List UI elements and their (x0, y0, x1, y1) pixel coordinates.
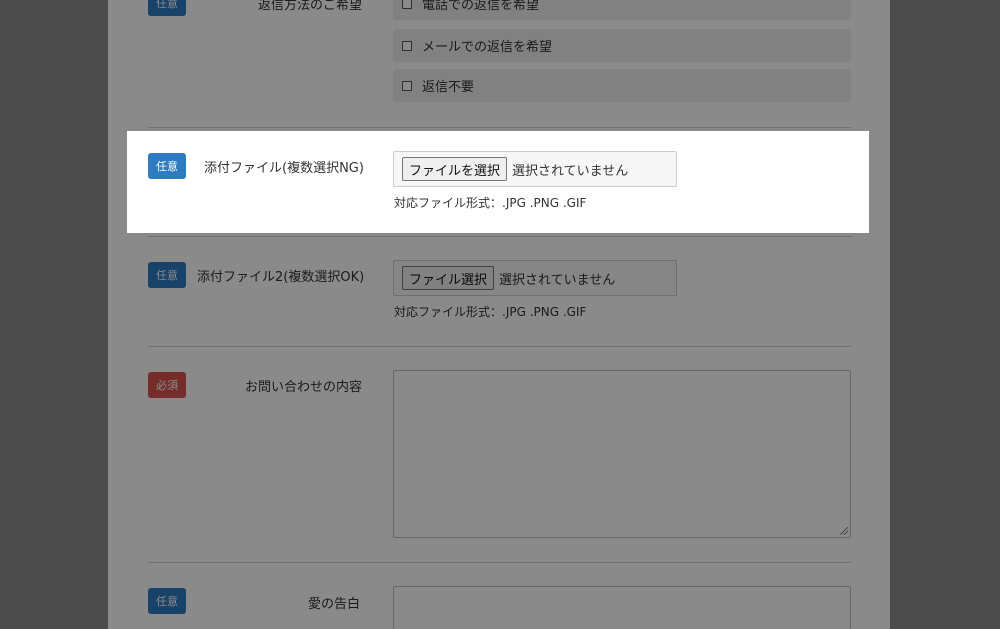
required-badge: 必須 (148, 372, 186, 398)
divider (148, 562, 851, 563)
attachment2-choose-button[interactable]: ファイル選択 (402, 266, 495, 290)
checkbox-icon[interactable] (402, 0, 412, 9)
required-badge-label: 必須 (156, 379, 178, 392)
attachment1-hint: 対応ファイル形式：.JPG .PNG .GIF (394, 196, 587, 210)
reply-option-phone-label: 電話での返信を希望 (422, 0, 540, 13)
reply-option-phone[interactable]: 電話での返信を希望 (393, 0, 851, 20)
reply-option-email[interactable]: メールでの返信を希望 (393, 29, 851, 62)
attachment2-hint: 対応ファイル形式：.JPG .PNG .GIF (394, 305, 587, 319)
attachment2-status: 選択されていません (499, 272, 616, 288)
confession-textarea[interactable] (393, 586, 851, 629)
optional-badge-label: 任意 (156, 595, 178, 608)
optional-badge: 任意 (148, 153, 186, 179)
optional-badge-label: 任意 (156, 0, 178, 10)
attachment2-file-input[interactable]: ファイル選択 選択されていません (393, 260, 677, 296)
optional-badge-label: 任意 (156, 269, 178, 282)
reply-option-none-label: 返信不要 (422, 80, 475, 95)
optional-badge: 任意 (148, 0, 186, 16)
reply-option-none[interactable]: 返信不要 (393, 69, 851, 102)
inquiry-label: お問い合わせの内容 (245, 380, 363, 395)
optional-badge-label: 任意 (156, 160, 178, 173)
optional-badge: 任意 (148, 588, 186, 614)
divider (148, 127, 851, 128)
checkbox-icon[interactable] (402, 40, 412, 51)
divider (148, 346, 851, 347)
confession-label: 愛の告白 (308, 597, 361, 612)
reply-option-email-label: メールでの返信を希望 (422, 40, 553, 55)
checkbox-icon[interactable] (402, 80, 412, 91)
attachment2-label: 添付ファイル2(複数選択OK) (197, 270, 365, 285)
inquiry-textarea[interactable] (393, 370, 851, 538)
optional-badge: 任意 (148, 262, 186, 288)
attachment1-status: 選択されていません (512, 163, 629, 179)
attachment1-file-input[interactable]: ファイルを選択 選択されていません (393, 151, 677, 187)
divider (148, 236, 851, 237)
reply-method-label: 返信方法のご希望 (258, 0, 363, 13)
attachment1-label: 添付ファイル(複数選択NG) (204, 161, 364, 176)
resize-grip-icon[interactable] (840, 527, 848, 535)
attachment1-choose-button[interactable]: ファイルを選択 (402, 157, 508, 181)
